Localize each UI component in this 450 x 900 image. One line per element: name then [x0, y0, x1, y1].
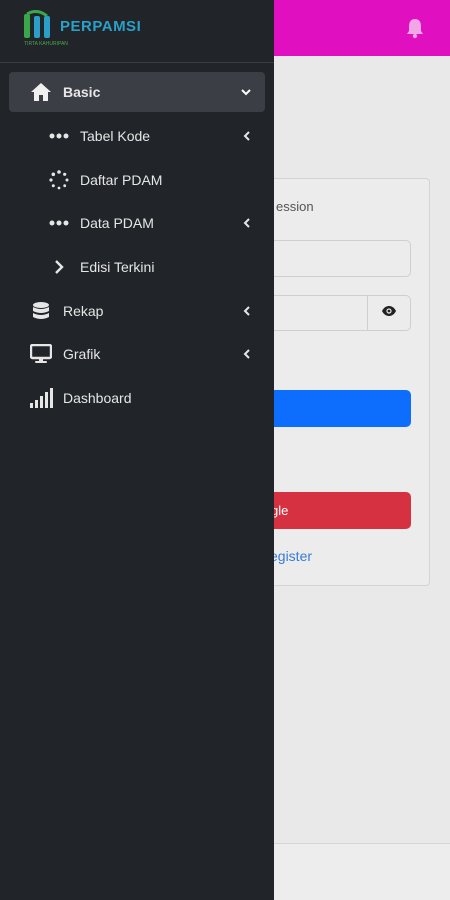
chevron-down-icon [241, 87, 251, 97]
database-icon [29, 300, 53, 322]
chevron-left-icon [241, 349, 251, 359]
dots-icon [47, 213, 71, 233]
brand-name: PERPAMSI [60, 18, 142, 35]
sidebar-item-daftar-pdam[interactable]: Daftar PDAM [9, 160, 265, 200]
sidebar-item-rekap[interactable]: Rekap [9, 291, 265, 331]
chevron-left-icon [241, 131, 251, 141]
login-button[interactable] [250, 390, 411, 427]
bell-icon[interactable] [404, 17, 426, 39]
home-icon [29, 81, 53, 103]
register-link[interactable]: egister [270, 548, 312, 564]
sidebar-item-label: Tabel Kode [80, 128, 151, 144]
sidebar-item-label: Edisi Terkini [80, 259, 155, 275]
show-password-button[interactable] [367, 295, 411, 331]
google-login-button[interactable]: gle [250, 492, 411, 529]
brand-subtitle: TIRTA KAHURIPAN [24, 41, 68, 47]
sidebar: PERPAMSI TIRTA KAHURIPAN Basic Tabel Kod… [0, 0, 274, 900]
username-field[interactable] [250, 240, 411, 277]
monitor-icon [29, 343, 53, 365]
sidebar-item-edisi-terkini[interactable]: Edisi Terkini [9, 247, 265, 287]
sidebar-item-label: Rekap [63, 303, 104, 319]
sidebar-item-label: Daftar PDAM [80, 172, 163, 188]
sidebar-item-label: Dashboard [63, 390, 132, 406]
sidebar-item-grafik[interactable]: Grafik [9, 334, 265, 374]
login-message: ession [276, 199, 314, 214]
dots-icon [47, 126, 71, 146]
sidebar-item-dashboard[interactable]: Dashboard [9, 378, 265, 418]
chevron-left-icon [241, 306, 251, 316]
sidebar-item-tabel-kode[interactable]: Tabel Kode [9, 116, 265, 156]
signal-bars-icon [29, 387, 53, 409]
sidebar-item-data-pdam[interactable]: Data PDAM [9, 203, 265, 243]
eye-icon [381, 304, 397, 322]
chevron-right-icon [47, 257, 71, 277]
brand[interactable]: PERPAMSI TIRTA KAHURIPAN [0, 0, 274, 63]
sidebar-item-basic[interactable]: Basic [9, 72, 265, 112]
chevron-left-icon [241, 218, 251, 228]
sidebar-item-label: Basic [63, 84, 101, 100]
spinner-icon [47, 170, 71, 190]
sidebar-item-label: Data PDAM [80, 215, 154, 231]
sidebar-item-label: Grafik [63, 346, 101, 362]
